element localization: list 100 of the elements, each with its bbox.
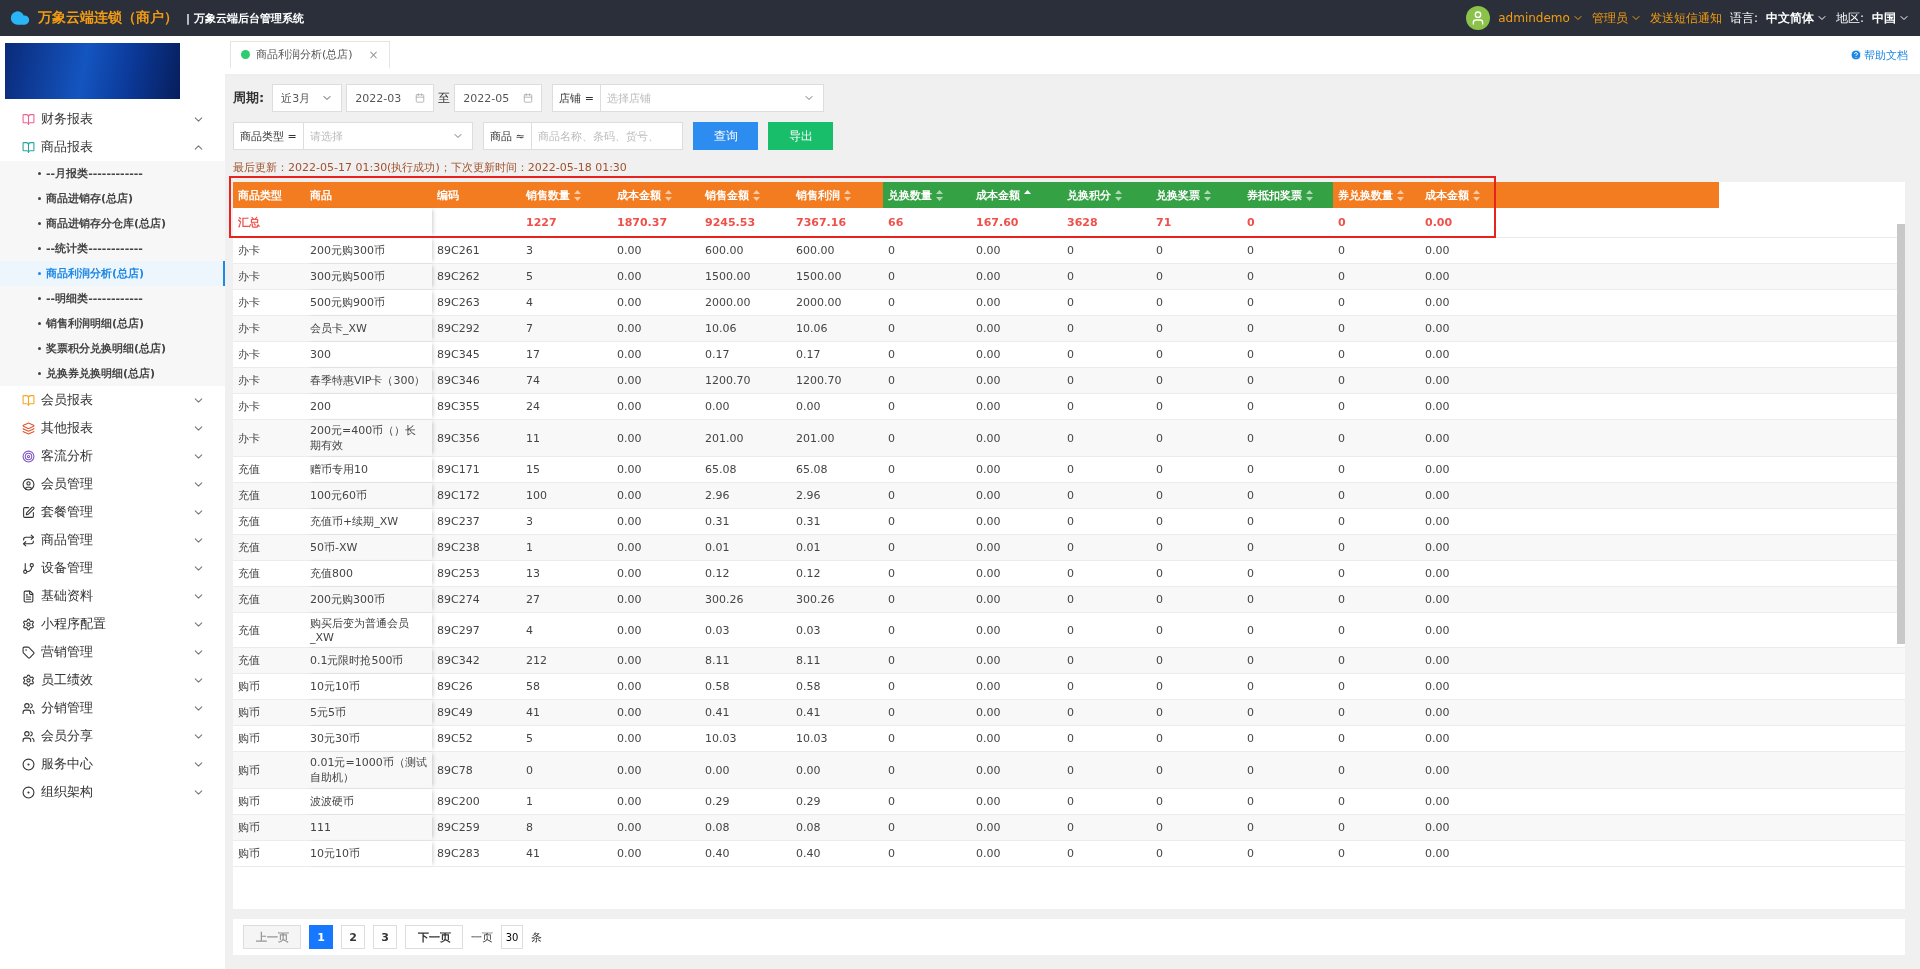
avatar-icon[interactable] [1466,6,1491,30]
sort-icon[interactable] [1115,189,1122,201]
table-cell-text: 0 [1066,488,1075,504]
table-cell-text: 0.00 [975,679,1002,695]
sidebar-item[interactable]: 组织架构 [0,778,225,806]
sidebar-item[interactable]: 分销管理 [0,694,225,722]
sidebar-subitem[interactable]: --统计类------------ [0,236,225,261]
sidebar-item[interactable]: 小程序配置 [0,610,225,638]
table-cell-text: 0.00 [975,514,1002,530]
table-cell-text: 0 [525,762,534,779]
table-cell-text: 89C49 [436,705,474,721]
summary-cell-text: 1227 [525,215,558,231]
bullet-icon [38,372,41,375]
period-label: 周期: [233,89,265,107]
table-cell-text: 0.41 [795,705,822,721]
date-field[interactable]: 2022-03 [346,84,435,112]
table-cell-text: 0.00 [616,373,643,389]
table-cell-text: 0.00 [616,653,643,669]
table-cell-text: 0 [1337,846,1346,862]
sort-icon[interactable] [1397,189,1404,201]
table-cell-text: 58 [525,679,541,695]
page-button[interactable]: 3 [373,925,397,949]
user-menu[interactable]: admindemo [1498,11,1584,25]
table-cell: 200元购300币 [305,238,432,263]
sidebar-item[interactable]: 营销管理 [0,638,225,666]
language-label: 语言: [1729,9,1758,27]
table-cell-text: 7 [525,321,534,337]
region-menu[interactable]: 中国 [1872,9,1910,27]
table-cell-text: 0 [1246,705,1255,721]
sidebar-item[interactable]: 员工绩效 [0,666,225,694]
sidebar-item[interactable]: 基础资料 [0,582,225,610]
table-cell-text: 0.29 [704,794,731,810]
table-cell-text: 0 [887,653,896,669]
table-cell-text: 2.96 [704,488,731,504]
date-field[interactable]: 2022-05 [454,84,543,112]
table-cell-text: 0.00 [616,462,643,478]
sidebar-item[interactable]: 其他报表 [0,414,225,442]
page-tab[interactable]: 商品利润分析(总店) × [230,41,390,69]
sort-icon[interactable] [753,189,760,201]
sidebar-subitem[interactable]: 兑换券兑换明细(总店) [0,361,225,386]
table-cell-text: 89C346 [436,373,481,389]
table-cell: 赠币专用10 [305,457,432,482]
table-cell-text: 办卡 [237,430,261,447]
sidebar-item[interactable]: 服务中心 [0,750,225,778]
table-cell-text: 0.00 [1424,347,1451,363]
table-cell-text: 0.00 [616,430,643,447]
period-select[interactable]: 近3月 [272,84,343,112]
store-select[interactable]: 店铺 = 选择店铺 [552,84,825,112]
sidebar-subitem[interactable]: --月报类------------ [0,161,225,186]
page-button[interactable]: 2 [341,925,365,949]
sort-icon[interactable] [936,189,943,201]
page-button[interactable]: 1 [309,925,333,949]
sort-icon[interactable] [574,189,581,201]
table-cell-text: 0 [1246,540,1255,556]
table-cell-text: 0.00 [975,566,1002,582]
next-page-button[interactable]: 下一页 [405,925,463,949]
table-cell-text: 0.29 [795,794,822,810]
calendar-icon [523,93,534,103]
per-page-input[interactable]: 30 [501,925,523,949]
gear-icon [22,673,35,687]
sms-link[interactable]: 发送短信通知 [1649,9,1722,27]
scrollbar[interactable] [1897,224,1905,644]
sort-icon[interactable] [1473,189,1480,201]
table-cell-text: 0 [1337,347,1346,363]
type-select[interactable]: 商品类型 = 请选择 [233,122,473,150]
sidebar-subitem[interactable]: 商品进销存(总店) [0,186,225,211]
table-cell-text: 10.03 [704,731,738,747]
sidebar-subitem[interactable]: 商品进销存分仓库(总店) [0,211,225,236]
sidebar-subitem[interactable]: 奖票积分兑换明细(总店) [0,336,225,361]
book-icon [22,140,35,154]
table-cell-text: 0.00 [1424,321,1451,337]
repeat-icon [22,533,35,547]
table-cell-text: 0 [1246,243,1255,259]
sidebar-item[interactable]: 会员分享 [0,722,225,750]
sidebar-subitem[interactable]: --明细类------------ [0,286,225,311]
table-cell-text: 0 [887,430,896,447]
sort-icon[interactable] [1306,189,1313,201]
table-cell-text: 0 [1337,488,1346,504]
table-cell: 0.1元限时抢500币 [305,648,432,673]
table-cell-text: 0 [1337,243,1346,259]
sort-icon[interactable] [665,189,672,201]
sidebar-item[interactable]: 商品报表 [0,133,225,161]
sidebar-item[interactable]: 财务报表 [0,105,225,133]
users-icon [22,729,35,743]
sidebar-subitem[interactable]: 销售利润明细(总店) [0,311,225,336]
table-cell-text: 0.00 [1424,794,1451,810]
table-cell-text: 0 [1337,731,1346,747]
table-cell: 200 [305,394,432,419]
sidebar-item[interactable]: 会员报表 [0,386,225,414]
sidebar-item[interactable]: 商品管理 [0,526,225,554]
sort-icon[interactable] [1204,189,1211,201]
sidebar-item[interactable]: 套餐管理 [0,498,225,526]
role-menu[interactable]: 管理员 [1591,9,1642,27]
sort-icon[interactable] [844,189,851,201]
sidebar-item[interactable]: 客流分析 [0,442,225,470]
sidebar-item[interactable]: 会员管理 [0,470,225,498]
table-cell-text: 0 [1066,462,1075,478]
help-link[interactable]: 帮助文档 [1850,47,1908,63]
sidebar-item[interactable]: 设备管理 [0,554,225,582]
language-menu[interactable]: 中文简体 [1765,9,1828,27]
